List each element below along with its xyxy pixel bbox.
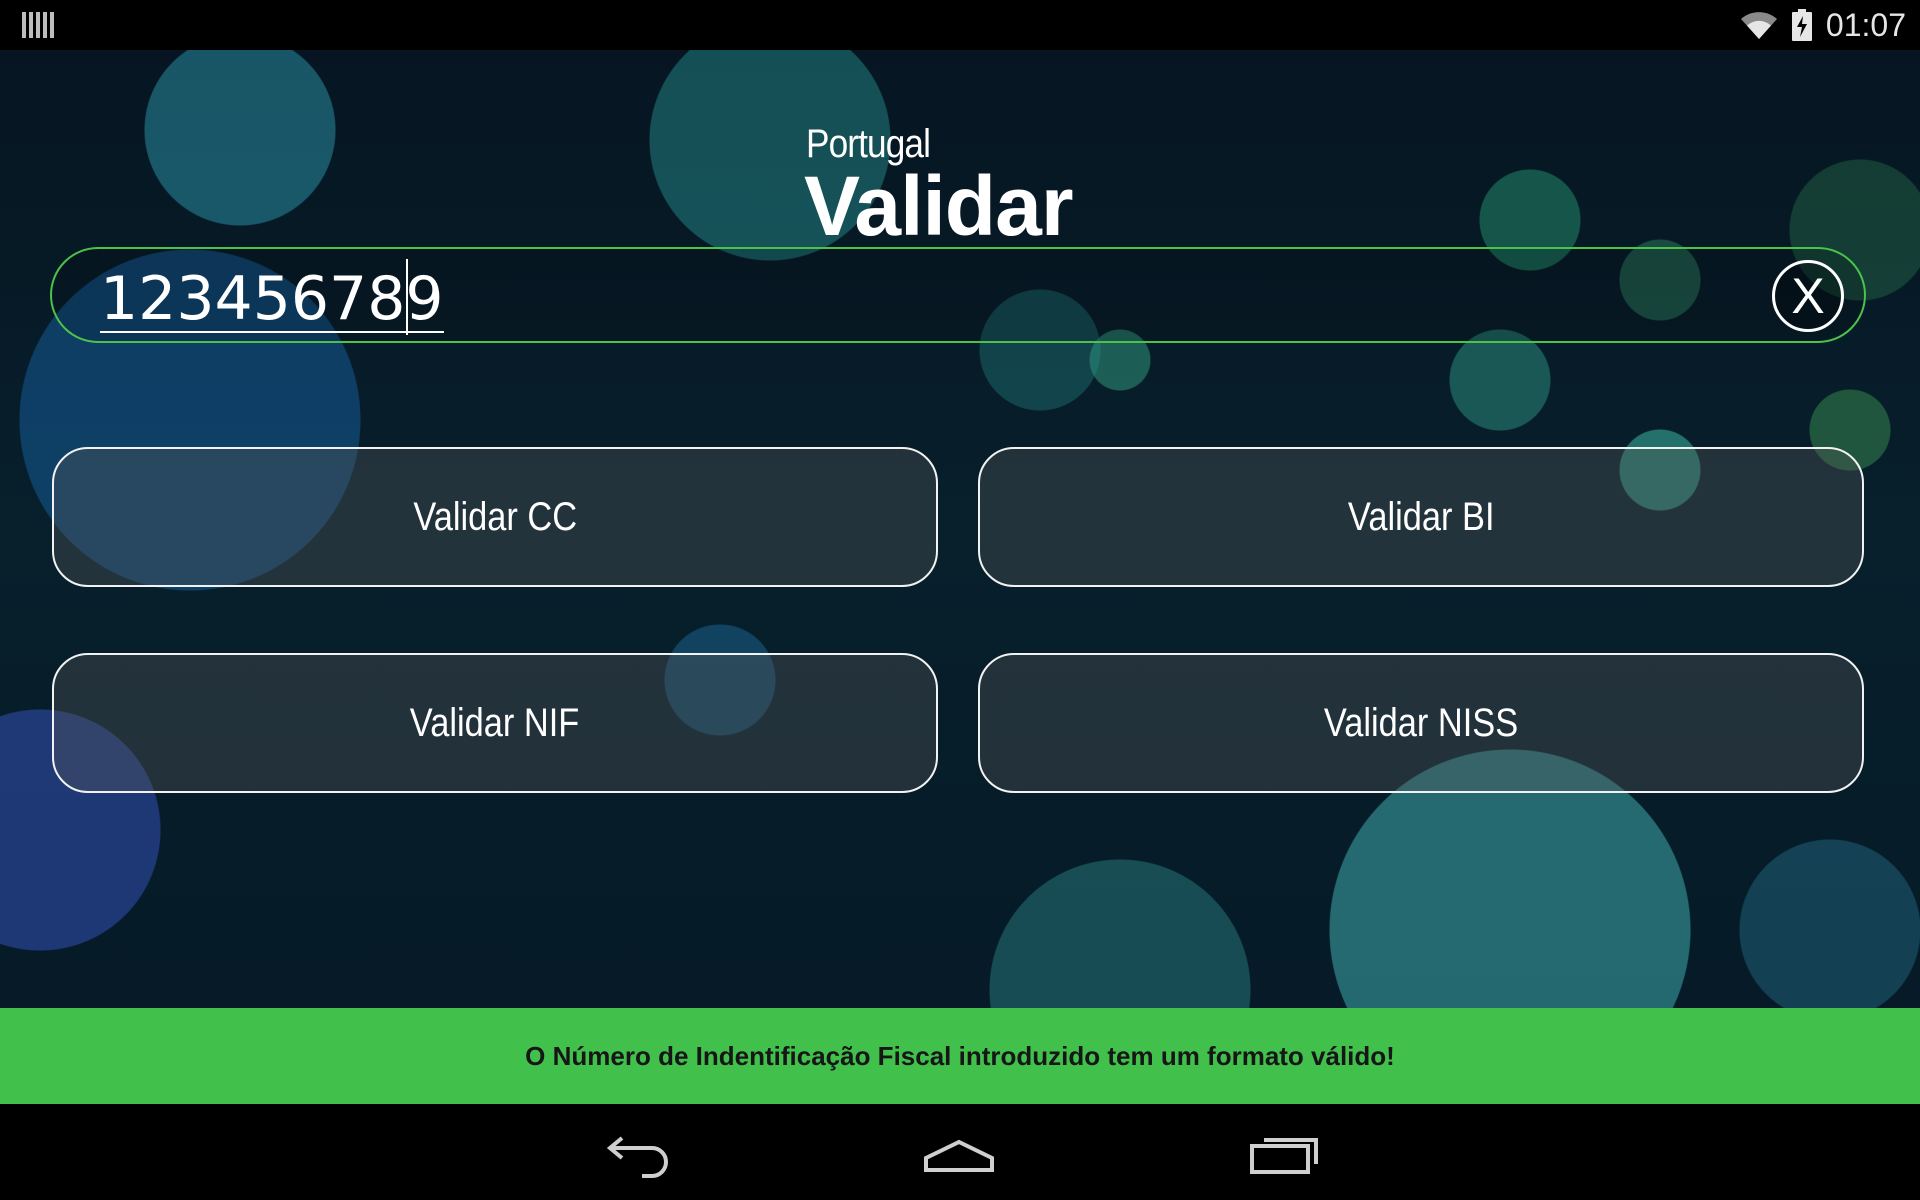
validar-cc-button[interactable]: Validar CC	[52, 447, 938, 587]
status-bar: 01:07	[0, 0, 1920, 50]
result-message: O Número de Indentificação Fiscal introd…	[525, 1040, 1395, 1071]
battery-charging-icon	[1791, 9, 1812, 41]
clear-button[interactable]: X	[1772, 260, 1844, 332]
home-icon[interactable]	[914, 1124, 1004, 1180]
wifi-icon	[1740, 12, 1777, 39]
status-clock: 01:07	[1825, 6, 1906, 43]
logo-title: Validar	[804, 159, 1074, 253]
validar-niss-button[interactable]: Validar NISS	[978, 653, 1864, 793]
app-logo: Portugal Validar	[804, 122, 1126, 253]
back-icon[interactable]	[590, 1124, 680, 1180]
validar-nif-button[interactable]: Validar NIF	[52, 653, 938, 793]
validar-nif-label: Validar NIF	[410, 700, 580, 745]
number-input-value[interactable]: 123456789	[100, 269, 444, 333]
text-cursor	[406, 259, 408, 335]
validar-niss-label: Validar NISS	[1323, 700, 1519, 745]
result-message-bar: O Número de Indentificação Fiscal introd…	[0, 1008, 1920, 1104]
navigation-bar	[0, 1104, 1920, 1200]
recents-icon[interactable]	[1240, 1124, 1330, 1180]
validar-cc-label: Validar CC	[413, 494, 577, 539]
validar-bi-button[interactable]: Validar BI	[978, 447, 1864, 587]
barcode-notification-icon	[22, 12, 54, 38]
validar-bi-label: Validar BI	[1347, 494, 1495, 539]
status-icons: 01:07	[1740, 0, 1906, 50]
number-input[interactable]: 123456789 X	[50, 247, 1866, 343]
